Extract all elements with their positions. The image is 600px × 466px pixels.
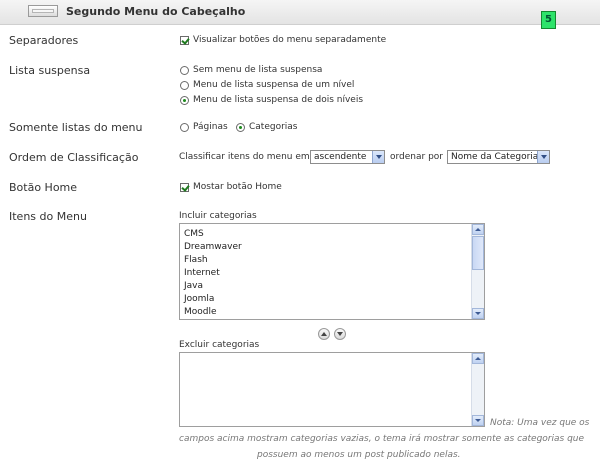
radio-categorias-label: Categorias <box>249 122 298 132</box>
ordem-prefix: Classificar itens do menu em <box>179 152 310 162</box>
list-item[interactable]: Joomla <box>184 293 242 306</box>
ordem-middle: ordenar por <box>390 152 443 162</box>
note-line-3: possuem ao menos um post publicado nelas… <box>257 450 461 460</box>
separadores-checkbox-label: Visualizar botões do menu separadamente <box>193 35 387 45</box>
scroll-up-icon[interactable] <box>472 353 484 364</box>
exclude-list-scrollbar[interactable] <box>471 353 484 426</box>
include-categories-label: Incluir categorias <box>179 211 257 221</box>
chevron-down-icon <box>372 151 384 163</box>
section-title: Segundo Menu do Cabeçalho <box>66 5 246 18</box>
move-down-button[interactable] <box>334 328 346 340</box>
scroll-down-icon[interactable] <box>472 308 484 319</box>
radio-paginas[interactable] <box>180 123 189 132</box>
section-header: Segundo Menu do Cabeçalho <box>0 0 600 25</box>
include-categories-list[interactable]: CMS Dreamwaver Flash Internet Java Joomla Mood… <box>179 223 485 320</box>
radio-dois-niveis-label: Menu de lista suspensa de dois níveis <box>193 95 364 105</box>
somente-listas-label: Somente listas do menu <box>9 121 143 134</box>
counter-badge: 5 <box>541 11 556 29</box>
list-item[interactable]: Java <box>184 280 242 293</box>
sort-by-select[interactable]: Nome da Categoria <box>447 150 550 164</box>
exclude-categories-list[interactable] <box>179 352 485 427</box>
order-direction-value: ascendente <box>314 152 367 162</box>
botao-home-checkbox-label: Mostar botão Home <box>193 182 282 192</box>
radio-um-nivel-label: Menu de lista suspensa de um nível <box>193 80 355 90</box>
radio-sem-menu[interactable] <box>180 66 189 75</box>
move-up-button[interactable] <box>318 328 330 340</box>
exclude-categories-label: Excluir categorias <box>179 340 260 350</box>
note-line-1: Nota: Uma vez que os <box>490 418 590 428</box>
chevron-down-icon <box>537 151 549 163</box>
radio-paginas-label: Páginas <box>193 122 228 132</box>
order-direction-select[interactable]: ascendente <box>310 150 385 164</box>
botao-home-label: Botão Home <box>9 181 78 194</box>
radio-categorias[interactable] <box>236 123 245 132</box>
lista-suspensa-label: Lista suspensa <box>9 64 91 77</box>
ordem-label: Ordem de Classificação <box>9 151 139 164</box>
scroll-thumb[interactable] <box>472 236 484 270</box>
sort-by-value: Nome da Categoria <box>451 152 539 162</box>
separadores-checkbox[interactable] <box>180 36 189 45</box>
separadores-label: Separadores <box>9 34 79 47</box>
note-line-2: campos acima mostram categorias vazias, … <box>179 434 585 444</box>
list-item[interactable]: Internet <box>184 267 242 280</box>
list-item[interactable]: Moodle <box>184 306 242 319</box>
list-item[interactable]: CMS <box>184 228 242 241</box>
radio-um-nivel[interactable] <box>180 81 189 90</box>
radio-dois-niveis[interactable] <box>180 96 189 105</box>
window-icon <box>28 5 58 17</box>
itens-menu-label: Itens do Menu <box>9 210 87 223</box>
botao-home-checkbox[interactable] <box>180 183 189 192</box>
list-item[interactable]: Dreamwaver <box>184 241 242 254</box>
include-list-scrollbar[interactable] <box>471 224 484 319</box>
radio-sem-menu-label: Sem menu de lista suspensa <box>193 65 323 75</box>
scroll-down-icon[interactable] <box>472 415 484 426</box>
scroll-up-icon[interactable] <box>472 224 484 235</box>
list-item[interactable]: Flash <box>184 254 242 267</box>
